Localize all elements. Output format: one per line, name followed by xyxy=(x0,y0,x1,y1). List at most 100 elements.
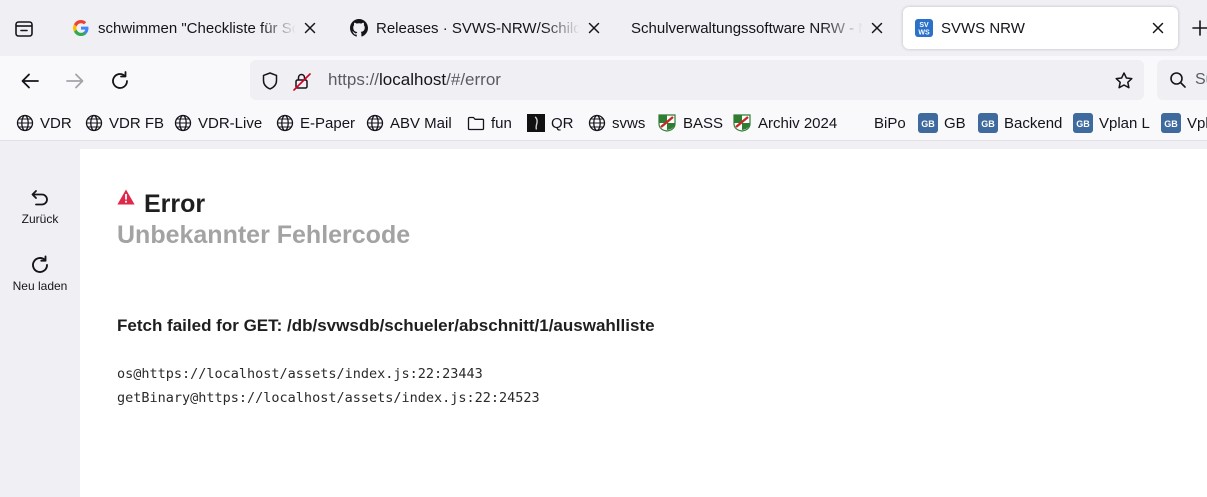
bookmark-gb[interactable]: GB GB xyxy=(918,112,966,134)
bookmark-bipo[interactable]: BiPo xyxy=(874,112,906,134)
svg-text:SV: SV xyxy=(919,22,929,29)
tab-svws-nrw[interactable]: SV WS SVWS NRW xyxy=(903,7,1178,49)
stack-line: os@https://localhost/assets/index.js:22:… xyxy=(117,366,483,382)
bookmark-label: Backend xyxy=(1004,114,1063,132)
url-host: localhost xyxy=(379,70,447,89)
bookmark-label: QR xyxy=(551,114,574,132)
folder-icon xyxy=(467,114,485,132)
qr-icon xyxy=(527,114,545,132)
url-text[interactable]: https://localhost/#/error xyxy=(328,70,501,90)
bookmark-label: fun xyxy=(491,114,512,132)
reload-icon[interactable] xyxy=(108,69,132,93)
close-icon[interactable] xyxy=(1148,18,1168,38)
bookmark-label: Archiv 2024 xyxy=(758,114,838,132)
tab-list-icon[interactable] xyxy=(12,17,36,41)
tab-title: Releases · SVWS-NRW/Schild3- xyxy=(376,19,580,37)
bookmark-folder-fun[interactable]: fun xyxy=(467,112,512,134)
bookmark-backend[interactable]: GB Backend xyxy=(978,112,1062,134)
warning-triangle-icon xyxy=(117,189,135,205)
bookmark-vdr[interactable]: VDR xyxy=(16,112,72,134)
bookmark-label: ABV Mail xyxy=(390,114,452,132)
globe-icon xyxy=(276,114,294,132)
back-arrow-icon[interactable] xyxy=(18,69,42,93)
globe-icon xyxy=(174,114,192,132)
globe-icon xyxy=(16,114,34,132)
close-icon[interactable] xyxy=(867,18,887,38)
app-sidebar: Zurück Neu laden xyxy=(0,141,80,497)
search-icon xyxy=(1169,71,1187,89)
error-content: Error Unbekannter Fehlercode Fetch faile… xyxy=(80,149,1207,497)
tab-schulverwaltungssoftware[interactable]: Schulverwaltungssoftware NRW - N xyxy=(619,7,897,49)
bookmark-vdr-fb[interactable]: VDR FB xyxy=(85,112,164,134)
bookmark-vplan-l[interactable]: GB Vplan L xyxy=(1073,112,1150,134)
bookmark-star-icon[interactable] xyxy=(1114,71,1134,91)
close-icon[interactable] xyxy=(300,18,320,38)
bookmark-label: GB xyxy=(944,114,966,132)
bookmark-svws[interactable]: svws xyxy=(588,112,645,134)
tab-title: Schulverwaltungssoftware NRW - N xyxy=(631,19,863,37)
bookmark-label: BASS xyxy=(683,114,724,132)
bookmark-label: Vpl xyxy=(1187,114,1207,132)
navigation-bar: https://localhost/#/error Su xyxy=(0,56,1207,106)
toolbar-divider xyxy=(0,140,1207,141)
github-icon xyxy=(350,19,368,37)
reload-button[interactable]: Neu laden xyxy=(0,254,80,293)
bookmark-abv-mail[interactable]: ABV Mail xyxy=(366,112,452,134)
error-stacktrace: os@https://localhost/assets/index.js:22:… xyxy=(117,362,540,410)
bookmark-vdr-live[interactable]: VDR-Live xyxy=(174,112,262,134)
globe-icon xyxy=(588,114,606,132)
shield-icon[interactable] xyxy=(260,71,280,91)
stack-line: getBinary@https://localhost/assets/index… xyxy=(117,390,540,406)
bookmarks-toolbar: VDR VDR FB VDR-Live E-Paper ABV Mail fun… xyxy=(0,106,1207,140)
url-path: /#/error xyxy=(446,70,501,89)
search-box[interactable]: Su xyxy=(1157,60,1207,100)
back-button[interactable]: Zurück xyxy=(0,187,80,226)
svg-text:GB: GB xyxy=(1164,119,1178,129)
bookmark-e-paper[interactable]: E-Paper xyxy=(276,112,355,134)
svg-text:GB: GB xyxy=(1076,119,1090,129)
bookmark-qr[interactable]: QR xyxy=(527,112,574,134)
tab-github-releases[interactable]: Releases · SVWS-NRW/Schild3- xyxy=(338,7,614,49)
globe-icon xyxy=(366,114,384,132)
gb-icon: GB xyxy=(978,113,998,133)
bookmark-label: VDR-Live xyxy=(198,114,263,132)
url-scheme: https:// xyxy=(328,70,380,89)
refresh-icon xyxy=(29,254,51,276)
bookmark-archiv-2024[interactable]: Archiv 2024 xyxy=(732,112,837,134)
tab-strip: schwimmen "Checkliste für Schi Releases … xyxy=(0,0,1207,56)
bookmark-label: VDR FB xyxy=(109,114,165,132)
error-subtitle: Unbekannter Fehlercode xyxy=(117,221,411,249)
search-placeholder: Su xyxy=(1195,71,1207,88)
error-title: Error xyxy=(144,190,206,218)
lock-warning-icon[interactable] xyxy=(292,71,312,91)
nrw-crest-icon xyxy=(657,113,677,133)
svg-text:GB: GB xyxy=(921,119,935,129)
bookmark-label: VDR xyxy=(40,114,72,132)
bookmark-label: svws xyxy=(612,114,646,132)
bookmark-label: BiPo xyxy=(874,114,906,132)
gb-icon: GB xyxy=(918,113,938,133)
reload-label: Neu laden xyxy=(12,279,68,293)
url-bar[interactable]: https://localhost/#/error xyxy=(250,60,1144,100)
back-label: Zurück xyxy=(21,212,59,226)
svg-text:GB: GB xyxy=(981,119,995,129)
error-message: Fetch failed for GET: /db/svwsdb/schuele… xyxy=(117,316,655,335)
tab-google-search[interactable]: schwimmen "Checkliste für Schi xyxy=(60,7,330,49)
nrw-crest-icon xyxy=(732,113,752,133)
bookmark-bass[interactable]: BASS xyxy=(657,112,723,134)
bookmark-label: Vplan L xyxy=(1099,114,1150,132)
new-tab-icon[interactable] xyxy=(1190,18,1207,38)
tab-title: SVWS NRW xyxy=(941,19,1025,37)
gb-icon: GB xyxy=(1161,113,1181,133)
svws-icon: SV WS xyxy=(915,19,933,37)
globe-icon xyxy=(85,114,103,132)
undo-arrow-icon xyxy=(29,187,51,209)
google-icon xyxy=(72,19,90,37)
gb-icon: GB xyxy=(1073,113,1093,133)
svg-text:WS: WS xyxy=(918,30,930,37)
bookmark-vpl[interactable]: GB Vpl xyxy=(1161,112,1207,134)
close-icon[interactable] xyxy=(584,18,604,38)
bookmark-label: E-Paper xyxy=(300,114,356,132)
forward-arrow-icon[interactable] xyxy=(63,69,87,93)
tab-title: schwimmen "Checkliste für Schi xyxy=(98,19,296,37)
